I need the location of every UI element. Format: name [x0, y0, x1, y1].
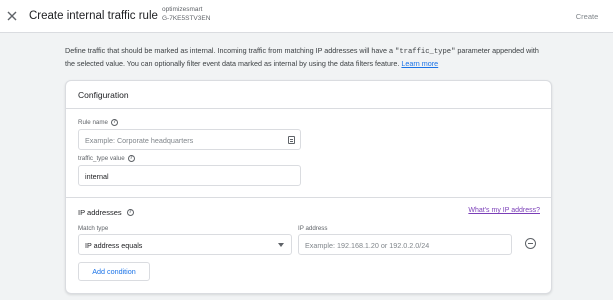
traffic-type-label-row: traffic_type value ?	[78, 155, 135, 162]
rule-name-input[interactable]	[79, 131, 300, 150]
configuration-title: Configuration	[78, 90, 129, 100]
help-icon[interactable]: ?	[110, 119, 118, 126]
match-type-select[interactable]: IP address equals	[78, 234, 292, 255]
rule-name-label-row: Rule name ?	[78, 119, 118, 126]
configuration-card: Configuration Rule name ? traffic_type v…	[65, 80, 552, 294]
ip-address-input[interactable]	[299, 236, 511, 255]
ip-address-field[interactable]	[298, 234, 512, 255]
create-button[interactable]: Create	[568, 8, 606, 25]
rule-name-field[interactable]	[78, 129, 301, 150]
whats-my-ip-link[interactable]: What's my IP address?	[468, 207, 540, 214]
traffic-type-label: traffic_type value	[78, 155, 125, 162]
traffic-type-input[interactable]	[79, 167, 300, 186]
match-type-label: Match type	[78, 225, 109, 232]
card-divider-middle	[66, 197, 551, 198]
help-icon[interactable]: ?	[127, 155, 135, 162]
page-description: Define traffic that should be marked as …	[65, 45, 550, 70]
traffic-type-code: "traffic_type"	[395, 48, 456, 56]
page-title: Create internal traffic rule	[29, 10, 158, 22]
stream-id: G-7KE5STV3EN	[162, 15, 211, 22]
description-text-before: Define traffic that should be marked as …	[65, 46, 395, 55]
card-divider-top	[66, 108, 551, 109]
traffic-type-field[interactable]	[78, 165, 301, 186]
ip-addresses-title: IP addresses	[78, 208, 122, 217]
help-icon[interactable]: ?	[126, 209, 134, 216]
account-name: optimizesmart	[162, 6, 203, 13]
calendar-icon	[288, 136, 295, 144]
rule-name-label: Rule name	[78, 119, 108, 126]
ip-addresses-title-row: IP addresses ?	[78, 208, 134, 217]
add-condition-button[interactable]: Add condition	[78, 262, 150, 281]
remove-condition-icon[interactable]	[525, 238, 536, 249]
dropdown-arrow-icon	[278, 243, 284, 247]
match-type-value: IP address equals	[85, 241, 143, 250]
close-icon[interactable]	[5, 9, 19, 23]
ip-address-label: IP address	[298, 225, 328, 232]
top-app-bar: Create internal traffic rule optimizesma…	[0, 0, 613, 33]
learn-more-link[interactable]: Learn more	[401, 59, 438, 68]
